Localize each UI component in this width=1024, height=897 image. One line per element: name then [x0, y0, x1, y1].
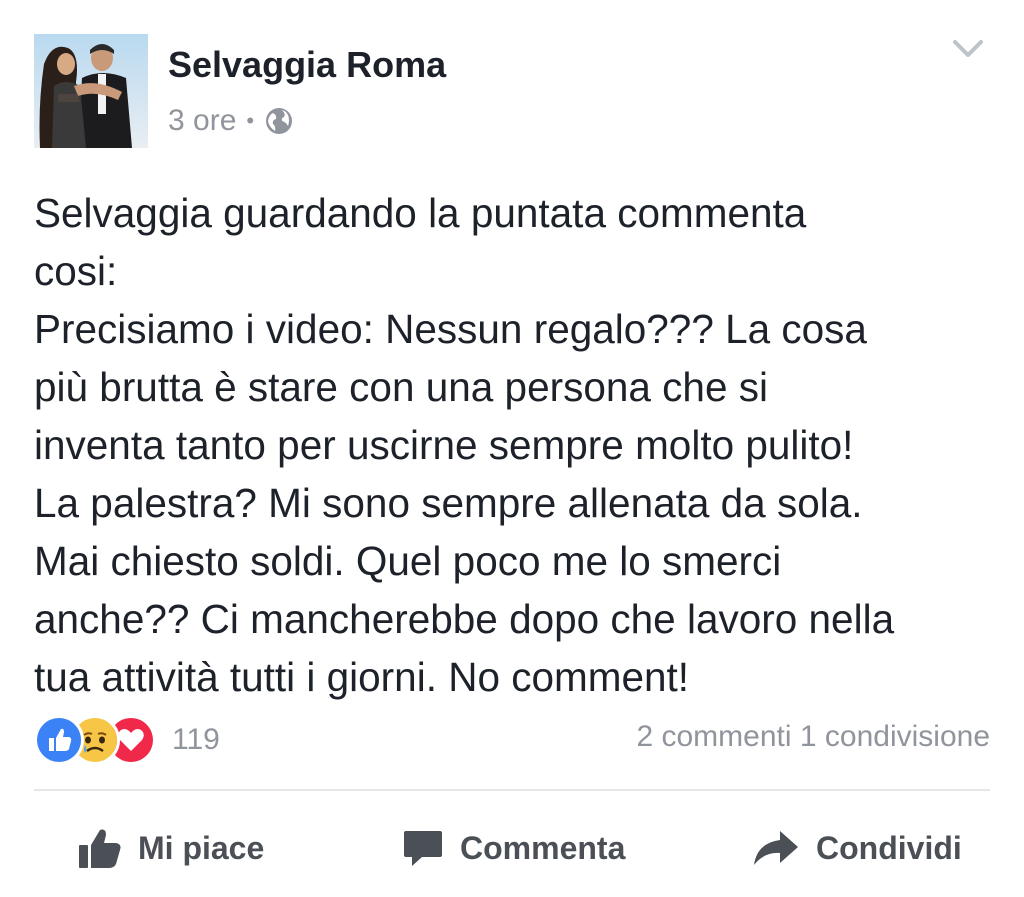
reactions-summary[interactable]: 119: [34, 715, 220, 765]
comments-count[interactable]: 2 commenti: [636, 720, 791, 753]
comment-icon: [402, 827, 460, 869]
share-label: Condividi: [816, 829, 962, 866]
post-text-line: anche?? Ci mancherebbe dopo che lavoro n…: [34, 596, 895, 642]
comment-button[interactable]: Commenta: [402, 818, 625, 878]
avatar[interactable]: [34, 34, 148, 148]
meta-separator: •: [246, 108, 255, 133]
author-name[interactable]: Selvaggia Roma: [168, 44, 446, 86]
reaction-count[interactable]: 119: [172, 723, 220, 757]
post-meta: 3 ore •: [168, 102, 294, 140]
post-time[interactable]: 3 ore: [168, 104, 236, 138]
shares-count[interactable]: 1 condivisione: [800, 720, 990, 753]
post-text-line: cosi:: [34, 248, 118, 294]
post-text: Selvaggia guardando la puntata commenta …: [34, 184, 1004, 706]
share-arrow-icon: [752, 827, 816, 869]
like-reaction-icon: [34, 715, 84, 765]
action-bar: Mi piace Commenta Condividi: [0, 818, 1024, 878]
globe-icon: [264, 106, 294, 136]
comment-label: Commenta: [460, 829, 626, 866]
post-stats: 2 commenti 1 condivisione: [636, 720, 990, 754]
divider: [34, 789, 990, 791]
post-text-line: Selvaggia guardando la puntata commenta: [34, 190, 807, 236]
post-text-line: La palestra? Mi sono sempre allenata da …: [34, 480, 863, 526]
post-text-line: più brutta è stare con una persona che s…: [34, 364, 768, 410]
share-button[interactable]: Condividi: [752, 818, 962, 878]
thumbs-up-icon: [78, 826, 138, 870]
post-text-line: inventa tanto per uscirne sempre molto p…: [34, 422, 854, 468]
post-text-line: tua attività tutti i giorni. No comment!: [34, 654, 690, 700]
like-button[interactable]: Mi piace: [78, 818, 264, 878]
like-label: Mi piace: [138, 829, 265, 866]
chevron-down-icon[interactable]: [950, 36, 986, 62]
post-text-line: Mai chiesto soldi. Quel poco me lo smerc…: [34, 538, 782, 584]
post-text-line: Precisiamo i video: Nessun regalo??? La …: [34, 306, 867, 352]
